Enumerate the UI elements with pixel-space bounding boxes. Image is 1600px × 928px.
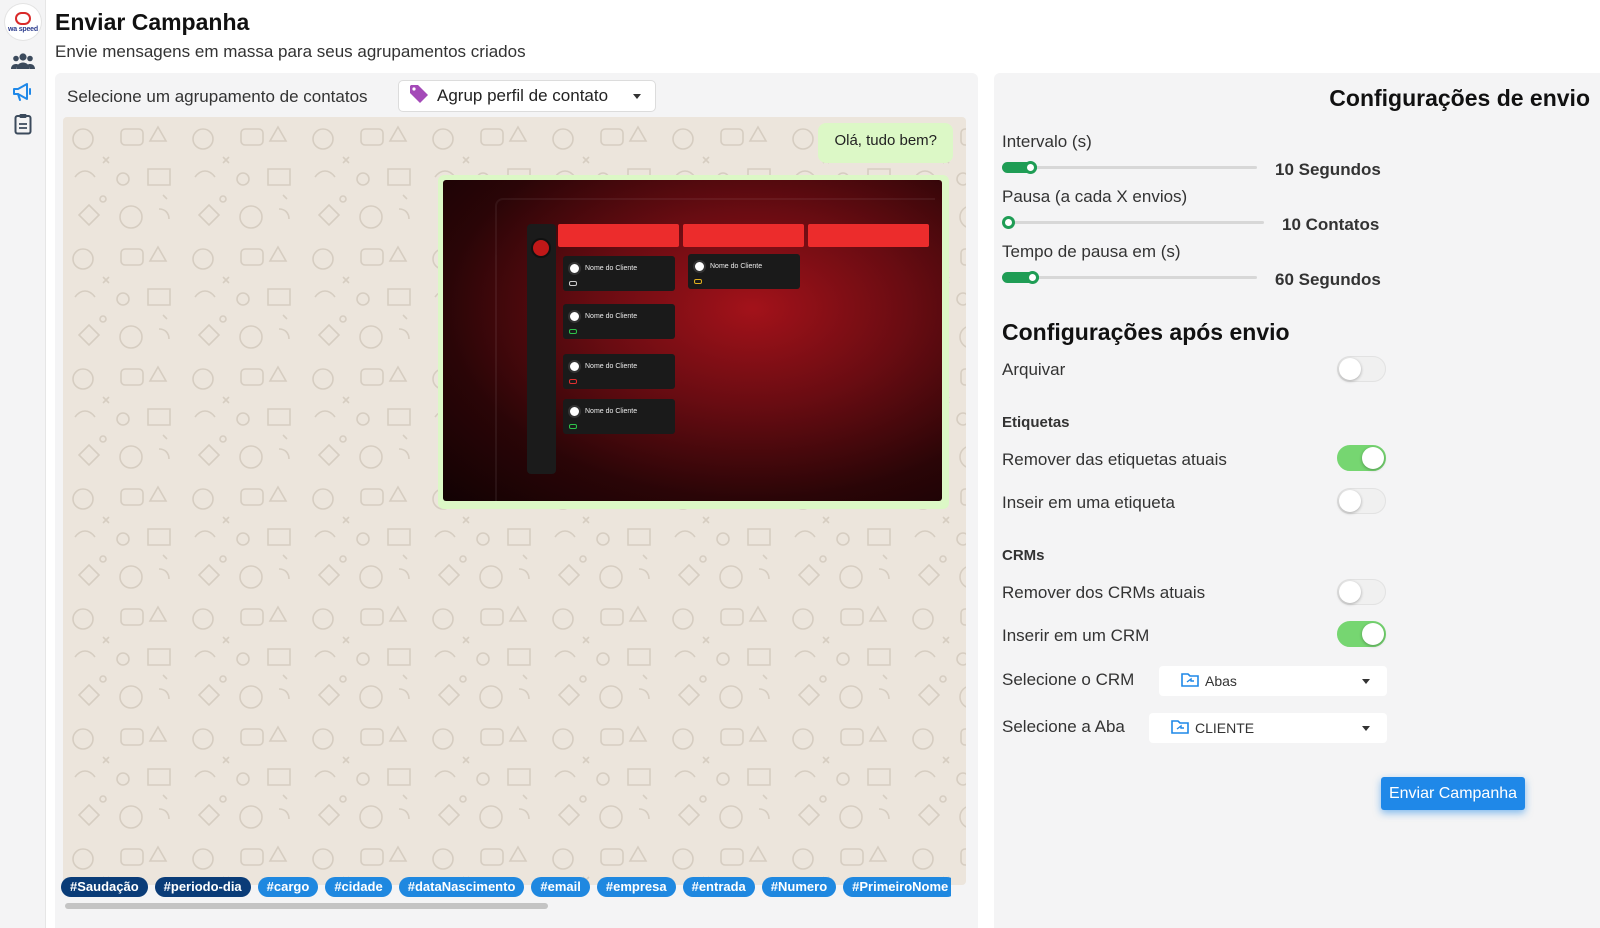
users-icon[interactable] [11, 49, 35, 73]
chat-preview: Olá, tudo bem? Nome do Cliente Nome do C… [63, 117, 966, 885]
variable-tags: #Saudação #periodo-dia #cargo #cidade #dataN… [61, 877, 951, 899]
kanban-card: Nome do Cliente [688, 254, 800, 289]
grouping-selected: Agrup perfil de contato [437, 86, 609, 105]
remove-labels-label: Remover das etiquetas atuais [1002, 450, 1227, 469]
pause-label: Pausa (a cada X envios) [1002, 187, 1188, 206]
pause-time-value: 60 Segundos [1275, 270, 1381, 289]
select-tab-label: Selecione a Aba [1002, 717, 1125, 736]
avatar-icon [568, 310, 581, 323]
remove-crms-toggle[interactable] [1337, 579, 1386, 605]
insert-crm-label: Inserir em um CRM [1002, 626, 1150, 645]
folder-icon [1181, 672, 1199, 690]
card-name: Nome do Cliente [585, 363, 638, 370]
avatar-icon [568, 405, 581, 418]
card-name: Nome do Cliente [585, 265, 638, 272]
card-name: Nome do Cliente [585, 313, 638, 320]
kanban-card: Nome do Cliente [563, 304, 675, 339]
variable-tag[interactable]: #PrimeiroNome [843, 877, 951, 897]
pause-time-label: Tempo de pausa em (s) [1002, 242, 1181, 261]
kanban-card: Nome do Cliente [563, 256, 675, 291]
interval-label: Intervalo (s) [1002, 132, 1092, 151]
chevron-down-icon [1362, 726, 1370, 731]
card-name: Nome do Cliente [585, 408, 638, 415]
avatar-icon [693, 260, 706, 273]
chevron-down-icon [1362, 679, 1370, 684]
insert-label-label: Inseir em uma etiqueta [1002, 493, 1175, 512]
send-settings-title: Configurações de envio [1329, 85, 1590, 111]
mini-logo-icon [531, 238, 551, 258]
campaign-preview-panel: Selecione um agrupamento de contatos Agr… [55, 73, 978, 928]
tab-select[interactable]: CLIENTE [1149, 713, 1387, 743]
select-crm-label: Selecione o CRM [1002, 670, 1135, 689]
variable-tag[interactable]: #empresa [596, 877, 676, 897]
variable-tag[interactable]: #dataNascimento [398, 877, 525, 897]
folder-icon [1171, 719, 1189, 737]
kanban-card: Nome do Cliente [563, 354, 675, 389]
pause-value: 10 Contatos [1282, 215, 1380, 234]
preview-image: Nome do Cliente Nome do Cliente Nome do … [443, 180, 942, 501]
kanban-column-header [683, 224, 804, 247]
image-message-bubble: Nome do Cliente Nome do Cliente Nome do … [438, 175, 949, 509]
variable-tag[interactable]: #Numero [761, 877, 837, 897]
crm-select[interactable]: Abas [1159, 666, 1387, 696]
remove-crms-label: Remover dos CRMs atuais [1002, 583, 1206, 602]
tag-icon [409, 84, 429, 109]
insert-label-toggle[interactable] [1337, 488, 1386, 514]
grouping-dropdown[interactable]: Agrup perfil de contato [398, 80, 656, 112]
crms-heading: CRMs [1002, 547, 1045, 564]
insert-crm-toggle[interactable] [1337, 621, 1386, 647]
send-campaign-button[interactable]: Enviar Campanha [1381, 777, 1525, 810]
archive-toggle[interactable] [1337, 356, 1386, 382]
tags-scrollbar[interactable] [65, 903, 548, 909]
card-name: Nome do Cliente [710, 263, 763, 270]
kanban-column-header [558, 224, 679, 247]
settings-panel: Configurações de envio Intervalo (s) 10 … [994, 73, 1600, 928]
crm-select-value: Abas [1205, 673, 1237, 689]
megaphone-icon[interactable] [11, 80, 35, 104]
variable-tag[interactable]: #periodo-dia [154, 877, 251, 897]
after-send-title: Configurações após envio [1002, 319, 1290, 345]
tab-select-value: CLIENTE [1195, 720, 1255, 736]
variable-tag[interactable]: #cidade [325, 877, 392, 897]
variable-tag[interactable]: #entrada [682, 877, 755, 897]
kanban-card: Nome do Cliente [563, 399, 675, 434]
page-title: Enviar Campanha [55, 9, 250, 35]
chevron-down-icon [633, 94, 641, 99]
kanban-column-header [808, 224, 929, 247]
avatar-icon [568, 360, 581, 373]
message-bubble: Olá, tudo bem? [818, 123, 953, 163]
remove-labels-toggle[interactable] [1337, 445, 1386, 471]
pause-slider[interactable] [1002, 216, 1264, 229]
logo-text: wa speed [8, 25, 38, 33]
clipboard-icon[interactable] [11, 112, 35, 136]
archive-label: Arquivar [1002, 360, 1066, 379]
pause-time-slider[interactable] [1002, 271, 1257, 284]
labels-heading: Etiquetas [1002, 414, 1070, 431]
variable-tag[interactable]: #cargo [257, 877, 319, 897]
avatar-icon [568, 262, 581, 275]
grouping-label: Selecione um agrupamento de contatos [67, 87, 368, 106]
page-subtitle: Envie mensagens em massa para seus agrup… [55, 42, 526, 61]
wa-speed-logo[interactable]: wa speed [5, 4, 41, 40]
variable-tag[interactable]: #email [531, 877, 590, 897]
interval-value: 10 Segundos [1275, 160, 1381, 179]
sidebar: wa speed [0, 0, 46, 928]
interval-slider[interactable] [1002, 161, 1257, 174]
variable-tag[interactable]: #Saudação [61, 877, 148, 897]
